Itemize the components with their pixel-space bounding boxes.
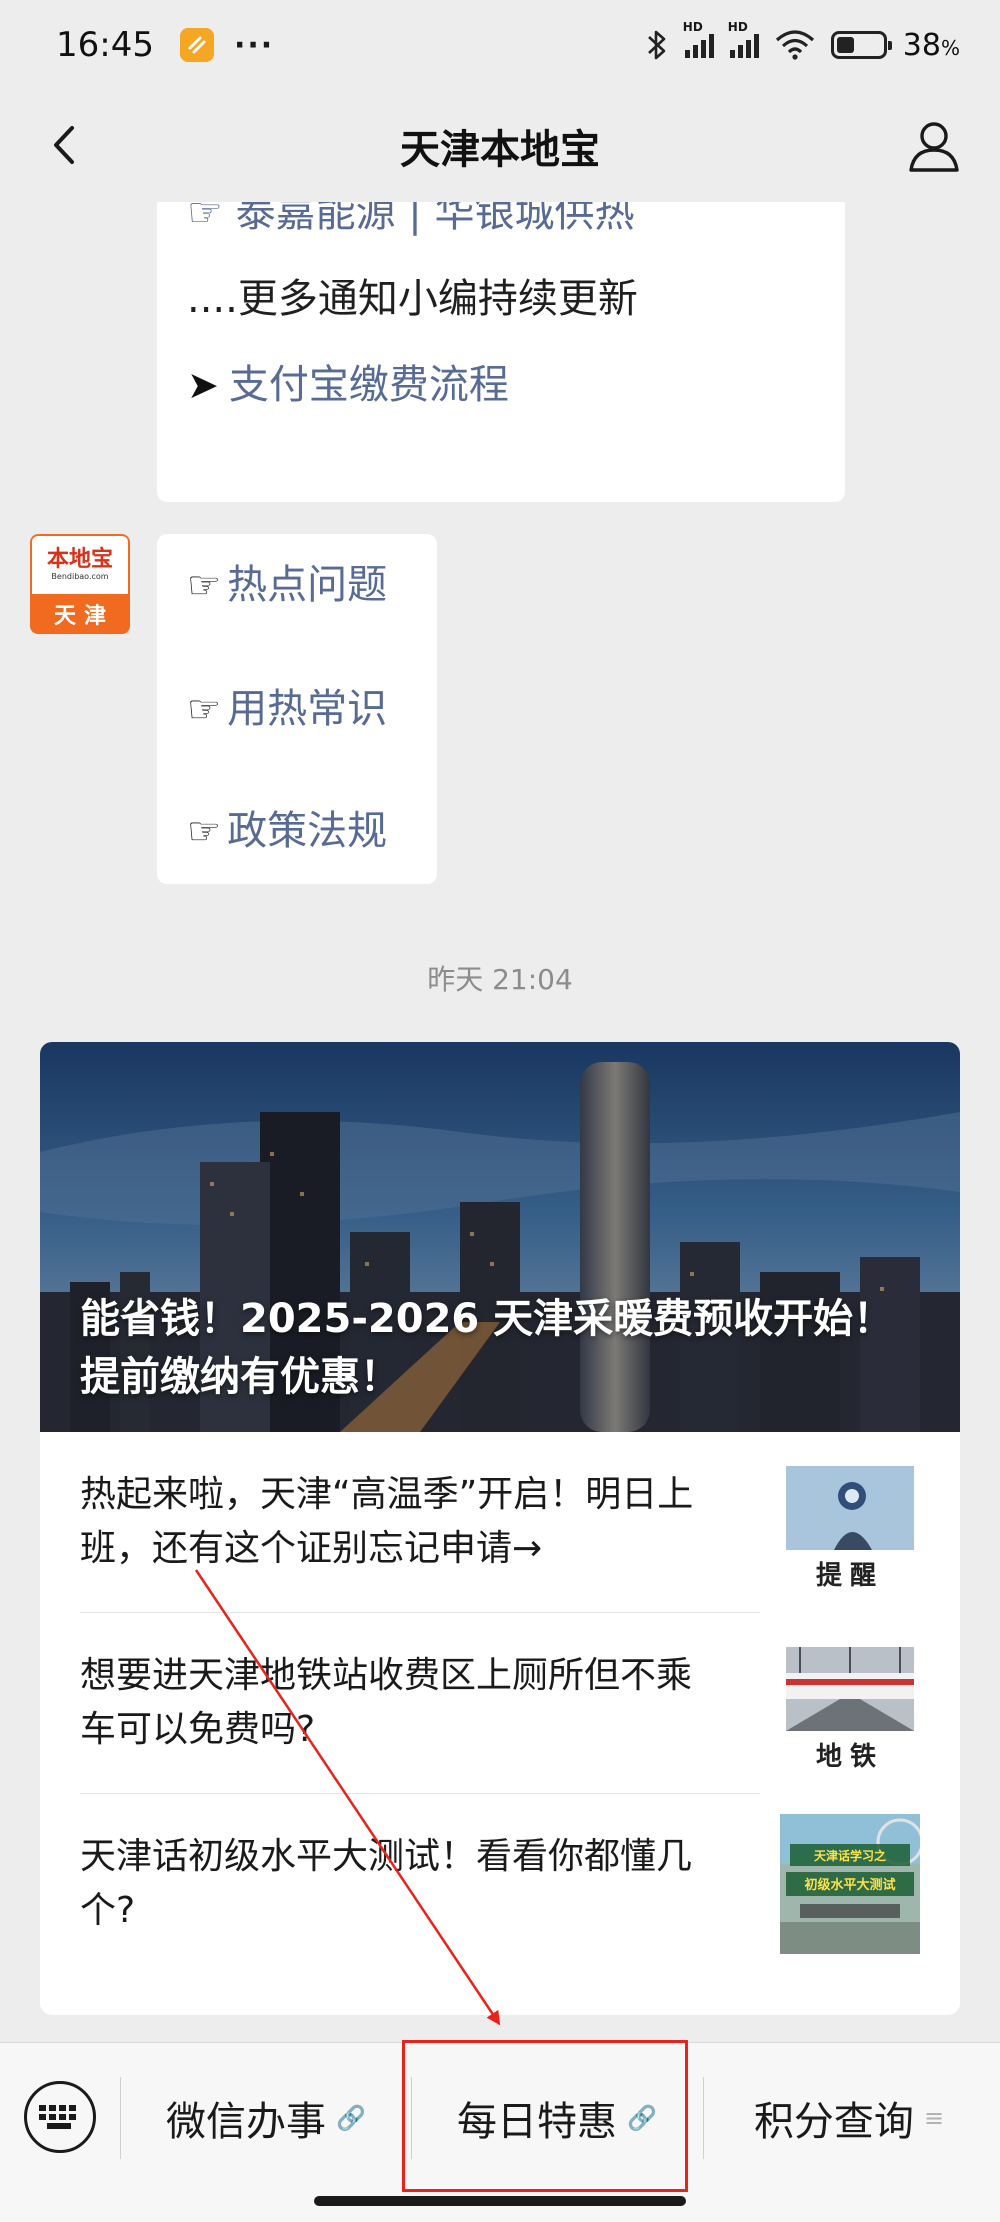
message-bubble[interactable]: ☞ 泰嘉能源 | 华银城供热 ....更多通知小编持续更新 ➤ 支付宝缴费流程: [157, 202, 845, 502]
hero-article-title[interactable]: 能省钱！2025-2026 天津采暖费预收开始！提前缴纳有优惠！: [80, 1290, 930, 1406]
article-list-item[interactable]: 天津话初级水平大测试！看看你都懂几个? 天津话学习之 初级水平大测试: [80, 1794, 920, 1974]
article-thumbnail: 提醒: [780, 1452, 920, 1592]
chevron-left-icon[interactable]: [40, 120, 90, 170]
signal-icon: HD: [683, 20, 714, 58]
pointing-hand-icon: ☞: [187, 809, 222, 853]
home-indicator[interactable]: [314, 2196, 686, 2206]
bluetooth-icon: [647, 30, 666, 60]
svg-text:初级水平大测试: 初级水平大测试: [804, 1877, 895, 1893]
avatar-brand: 本地宝: [46, 547, 113, 572]
nav-bar: 天津本地宝: [0, 90, 1000, 202]
status-bar: 16:45 ··· HD HD 38%: [0, 0, 1000, 90]
menu-item-points-query[interactable]: 积分查询 ≡: [704, 2077, 994, 2159]
partial-link-line[interactable]: ☞ 泰嘉能源 | 华银城供热: [187, 202, 634, 238]
heating-knowledge-link[interactable]: ☞ 用热常识: [187, 676, 387, 734]
avatar[interactable]: 本地宝 Bendibao.com 天津: [30, 534, 130, 634]
battery-percent: 38%: [902, 27, 960, 63]
avatar-city: 天津: [30, 594, 130, 634]
article-title[interactable]: 天津话初级水平大测试！看看你都懂几个?: [80, 1830, 720, 1938]
menu-item-label: 积分查询: [753, 2099, 914, 2145]
svg-text:天津话学习之: 天津话学习之: [814, 1848, 886, 1863]
keyboard-icon[interactable]: [24, 2081, 96, 2153]
page-title: 天津本地宝: [400, 127, 600, 173]
menu-item-label: 微信办事: [166, 2099, 327, 2145]
status-time: 16:45: [56, 25, 154, 65]
pointing-hand-icon: ☞: [187, 687, 222, 731]
menu-item-wechat-services[interactable]: 微信办事 🔗: [121, 2077, 411, 2159]
battery-icon: [830, 31, 892, 59]
arrow-icon: ➤: [187, 363, 219, 407]
article-card[interactable]: 能省钱！2025-2026 天津采暖费预收开始！提前缴纳有优惠！ 热起来啦，天津…: [40, 1042, 960, 2015]
article-title[interactable]: 想要进天津地铁站收费区上厕所但不乘车可以免费吗?: [80, 1649, 720, 1757]
article-title[interactable]: 热起来啦，天津“高温季”开启！明日上班，还有这个证别忘记申请→: [80, 1468, 720, 1576]
wifi-icon: [775, 30, 814, 60]
more-notifications-icon: ···: [233, 27, 275, 63]
signal-icon-2: HD: [728, 20, 759, 58]
message-text: ....更多通知小编持续更新: [187, 276, 638, 322]
avatar-brand-sub: Bendibao.com: [51, 572, 109, 581]
message-bubble-menu[interactable]: ☞ 热点问题 ☞ 用热常识 ☞ 政策法规: [157, 534, 437, 884]
article-list-item[interactable]: 想要进天津地铁站收费区上厕所但不乘车可以免费吗? 地铁: [80, 1613, 920, 1793]
hero-article[interactable]: 能省钱！2025-2026 天津采暖费预收开始！提前缴纳有优惠！: [40, 1042, 960, 1432]
thumbnail-caption: 地铁: [815, 1742, 884, 1772]
pointing-hand-icon: ☞: [187, 563, 222, 607]
person-icon[interactable]: [904, 116, 964, 176]
message-timestamp: 昨天 21:04: [427, 963, 573, 996]
payment-flow-link[interactable]: ➤ 支付宝缴费流程: [187, 352, 509, 410]
policy-link[interactable]: ☞ 政策法规: [187, 798, 387, 856]
app-badge-icon: [179, 28, 214, 62]
link-icon: 🔗: [336, 2104, 366, 2132]
thumbnail-caption: 提醒: [815, 1561, 884, 1591]
article-list-item[interactable]: 热起来啦，天津“高温季”开启！明日上班，还有这个证别忘记申请→ 提醒: [80, 1432, 920, 1612]
article-thumbnail: 天津话学习之 初级水平大测试: [780, 1814, 920, 1954]
annotation-highlight-box: [402, 2040, 688, 2192]
payment-flow-link-text[interactable]: 支付宝缴费流程: [229, 362, 509, 408]
article-thumbnail: 地铁: [780, 1633, 920, 1773]
chat-area[interactable]: ☞ 泰嘉能源 | 华银城供热 ....更多通知小编持续更新 ➤ 支付宝缴费流程 本…: [0, 202, 1000, 2042]
hot-issues-link[interactable]: ☞ 热点问题: [187, 552, 387, 610]
submenu-icon: ≡: [923, 2104, 945, 2132]
